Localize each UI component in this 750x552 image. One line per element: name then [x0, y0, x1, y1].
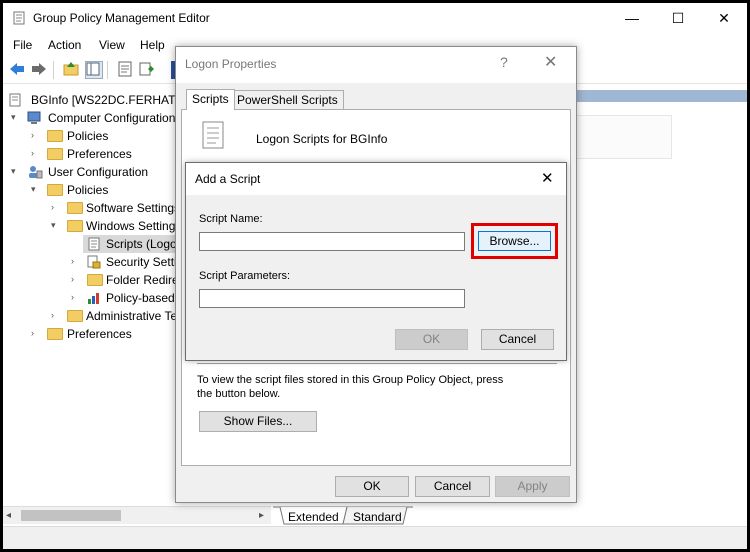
dialog-title: Logon Properties [185, 57, 277, 71]
browse-button[interactable]: Browse... [478, 231, 551, 251]
details-list [576, 115, 672, 159]
apply-button: Apply [495, 476, 570, 497]
tree-item-label: Administrative Te [86, 309, 178, 323]
bar-chart-icon [87, 291, 101, 305]
view-tabs: Extended Standard [273, 506, 747, 526]
menu-action[interactable]: Action [48, 38, 81, 52]
cancel-button[interactable]: Cancel [415, 476, 490, 497]
info-text-line-2: the button below. [197, 388, 281, 400]
tree-item-label: Security Settin [106, 255, 184, 269]
folder-icon [47, 328, 63, 340]
tab-powershell-scripts[interactable]: PowerShell Scripts [231, 90, 344, 109]
add-script-dialog: Add a Script ✕ Script Name: Browse... Sc… [185, 162, 567, 361]
tree-item-label: Folder Redire [106, 273, 179, 287]
folder-icon [67, 220, 83, 232]
menu-help[interactable]: Help [140, 38, 165, 52]
script-icon [87, 237, 101, 251]
app-icon [12, 11, 26, 25]
menu-view[interactable]: View [99, 38, 125, 52]
tree-item-label: Scripts (Logo [106, 237, 177, 251]
dialog-close-button[interactable]: ✕ [544, 52, 557, 72]
folder-icon [67, 310, 83, 322]
tab-standard[interactable]: Standard [353, 510, 402, 524]
gpme-window: Group Policy Management Editor — ☐ ✕ Fil… [3, 3, 747, 549]
chevron-down-icon[interactable]: ▾ [11, 166, 21, 176]
window-title: Group Policy Management Editor [33, 11, 210, 25]
divider [197, 363, 557, 364]
tab-extended[interactable]: Extended [288, 510, 339, 524]
horizontal-scrollbar[interactable]: ◂ ▸ [3, 506, 271, 524]
lock-icon [87, 255, 101, 269]
script-name-input[interactable] [199, 232, 465, 251]
script-parameters-label: Script Parameters: [199, 270, 291, 282]
status-bar [3, 526, 747, 549]
script-name-label: Script Name: [199, 213, 263, 225]
tree-item-label: Preferences [67, 327, 132, 341]
chevron-down-icon[interactable]: ▾ [11, 112, 21, 122]
show-files-button[interactable]: Show Files... [199, 411, 317, 432]
title-bar: Group Policy Management Editor — ☐ ✕ [3, 3, 747, 33]
folder-icon [67, 202, 83, 214]
chevron-down-icon[interactable]: ▾ [51, 220, 61, 230]
chevron-right-icon[interactable]: › [31, 328, 41, 338]
show-tree-icon[interactable] [85, 61, 103, 79]
close-button[interactable]: ✕ [701, 3, 747, 33]
chevron-right-icon[interactable]: › [51, 310, 61, 320]
ok-button[interactable]: OK [335, 476, 409, 497]
folder-icon [47, 130, 63, 142]
script-parameters-input[interactable] [199, 289, 465, 308]
folder-icon [87, 274, 103, 286]
folder-icon [47, 148, 63, 160]
scripts-heading: Logon Scripts for BGInfo [256, 132, 388, 146]
tree-root-label: BGInfo [WS22DC.FERHATULT [31, 93, 198, 107]
chevron-right-icon[interactable]: › [31, 148, 41, 158]
toolbar-separator [53, 61, 54, 79]
folder-icon [47, 184, 63, 196]
tree-item-label: Policies [67, 183, 109, 197]
up-folder-icon[interactable] [63, 61, 79, 77]
cancel-button[interactable]: Cancel [481, 329, 554, 350]
back-arrow-icon[interactable] [9, 61, 25, 77]
chevron-right-icon[interactable]: › [51, 202, 61, 212]
tree-item-label: User Configuration [48, 165, 149, 179]
maximize-button[interactable]: ☐ [655, 3, 701, 33]
info-text-line-1: To view the script files stored in this … [197, 374, 504, 386]
script-icon [200, 121, 226, 149]
tab-scripts[interactable]: Scripts [186, 89, 235, 110]
gpo-icon [9, 93, 21, 107]
tree-item-label: Windows Setting [86, 219, 176, 233]
scroll-right-icon[interactable]: ▸ [259, 510, 264, 521]
tree-item-label: Software Settings [86, 201, 181, 215]
chevron-right-icon[interactable]: › [31, 130, 41, 140]
dialog-title: Add a Script [195, 172, 261, 186]
tree-item-label: Computer Configuration [48, 111, 176, 125]
computer-icon [27, 111, 43, 125]
forward-arrow-icon[interactable] [31, 61, 47, 77]
tree-item-label: Preferences [67, 147, 132, 161]
tree-item-label: Policies [67, 129, 109, 143]
chevron-right-icon[interactable]: › [71, 292, 81, 302]
chevron-down-icon[interactable]: ▾ [31, 184, 41, 194]
export-list-icon[interactable] [139, 61, 155, 77]
ok-button: OK [395, 329, 468, 350]
user-icon [27, 165, 43, 179]
chevron-right-icon[interactable]: › [71, 256, 81, 266]
chevron-right-icon[interactable]: › [71, 274, 81, 284]
menu-file[interactable]: File [13, 38, 32, 52]
tree-item-label: Policy-based [106, 291, 175, 305]
help-button[interactable]: ? [500, 54, 508, 70]
scrollbar-thumb[interactable] [21, 510, 121, 521]
dialog-close-button[interactable]: ✕ [541, 169, 554, 187]
scroll-left-icon[interactable]: ◂ [6, 510, 11, 521]
properties-icon[interactable] [117, 61, 133, 77]
toolbar-separator [107, 61, 108, 79]
minimize-button[interactable]: — [609, 3, 655, 33]
